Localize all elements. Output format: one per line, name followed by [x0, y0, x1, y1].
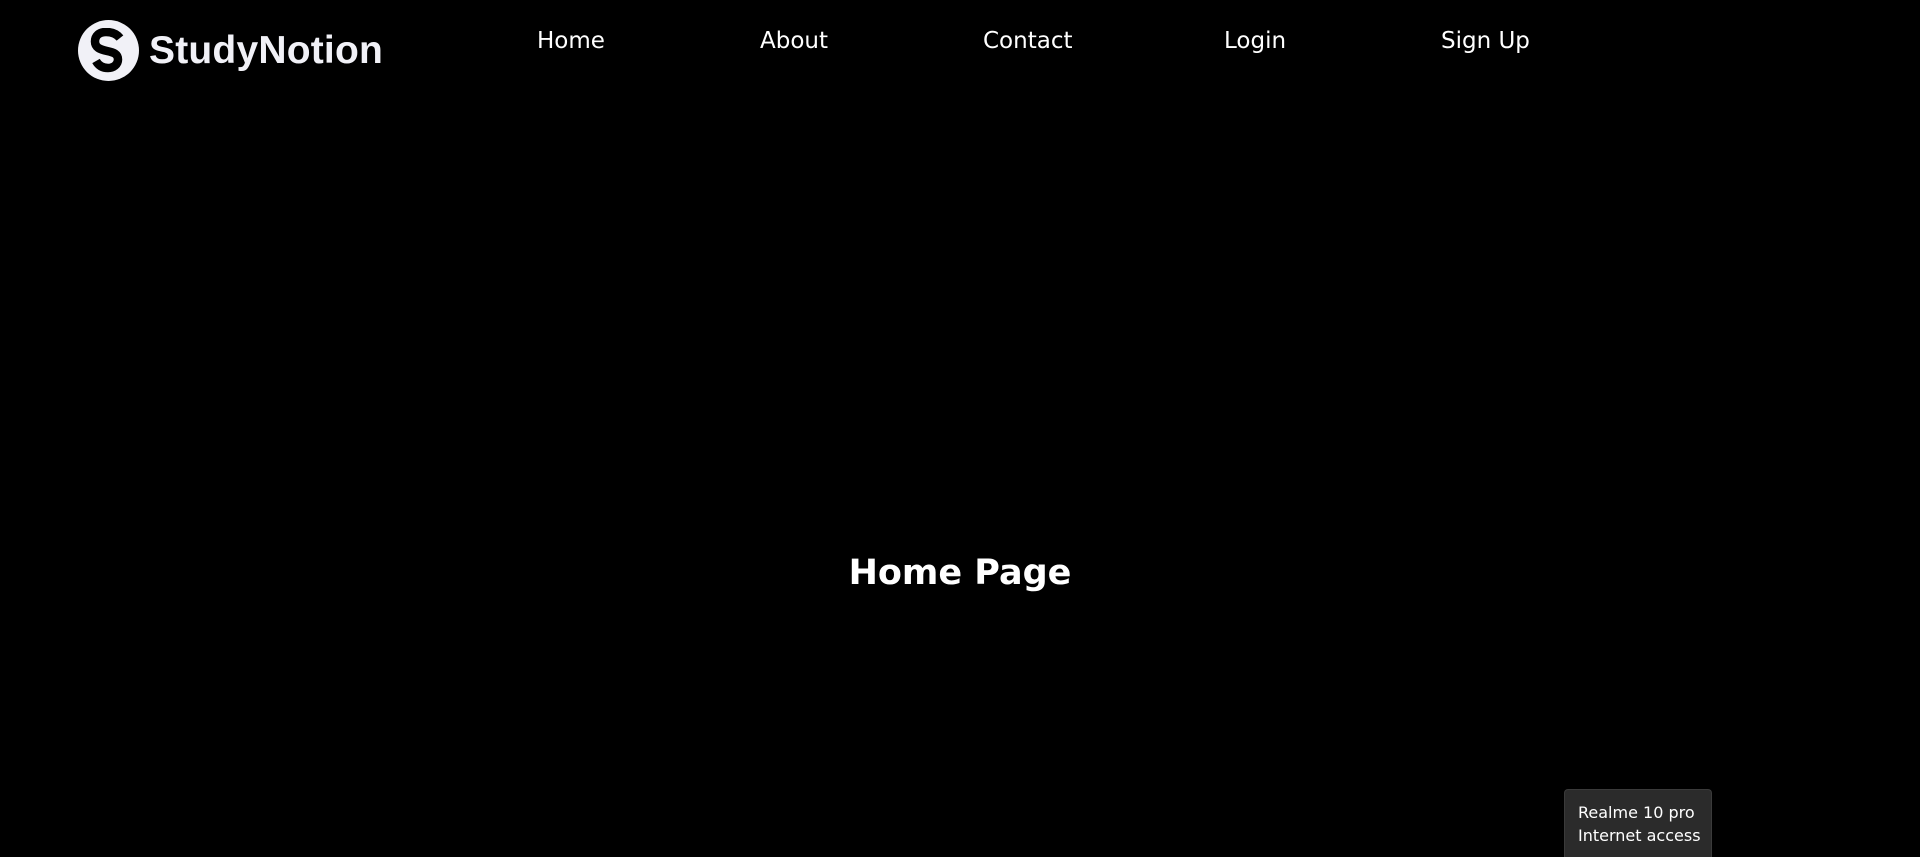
nav-contact-link[interactable]: Contact [983, 24, 1072, 58]
nav-signup-link[interactable]: Sign Up [1441, 24, 1530, 58]
page: StudyNotion Home About Contact Login Sig… [0, 0, 1920, 857]
nav-home-link[interactable]: Home [537, 24, 605, 58]
page-title: Home Page [848, 553, 1072, 593]
brand-name: StudyNotion [149, 29, 383, 72]
brand-logo[interactable]: StudyNotion [78, 20, 383, 81]
navbar: StudyNotion Home About Contact Login Sig… [0, 0, 1920, 96]
tooltip-network-status: Internet access [1578, 826, 1701, 845]
nav-login-link[interactable]: Login [1224, 24, 1286, 58]
network-tooltip: Realme 10 pro Internet access [1564, 789, 1712, 857]
logo-s-icon [78, 20, 139, 81]
tooltip-network-name: Realme 10 pro [1578, 803, 1695, 822]
nav-about-link[interactable]: About [760, 24, 828, 58]
